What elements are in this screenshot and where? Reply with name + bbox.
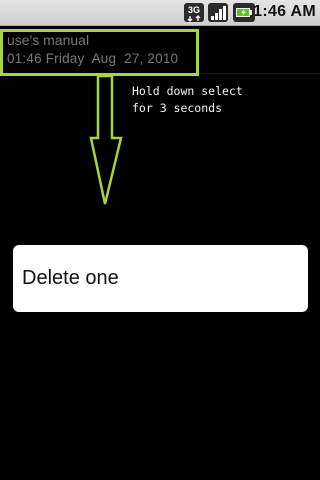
signal-strength-icon <box>208 3 228 22</box>
network-3g-icon: 3G <box>184 3 204 22</box>
status-bar: 3G 1:46 AM <box>0 0 320 26</box>
svg-text:3G: 3G <box>188 5 200 15</box>
status-time: 1:46 AM <box>253 3 316 20</box>
instruction-line-2: for 3 seconds <box>132 101 223 115</box>
instruction-text: Hold down select for 3 seconds <box>132 83 243 117</box>
arrow-down-icon <box>89 74 123 205</box>
note-title: use's manual <box>7 32 90 48</box>
instruction-line-1: Hold down select <box>132 84 243 98</box>
menu-item-label: Delete one <box>22 267 119 289</box>
context-menu: Delete one <box>13 245 308 312</box>
note-date: 01:46 Friday Aug 27, 2010 <box>7 51 179 66</box>
